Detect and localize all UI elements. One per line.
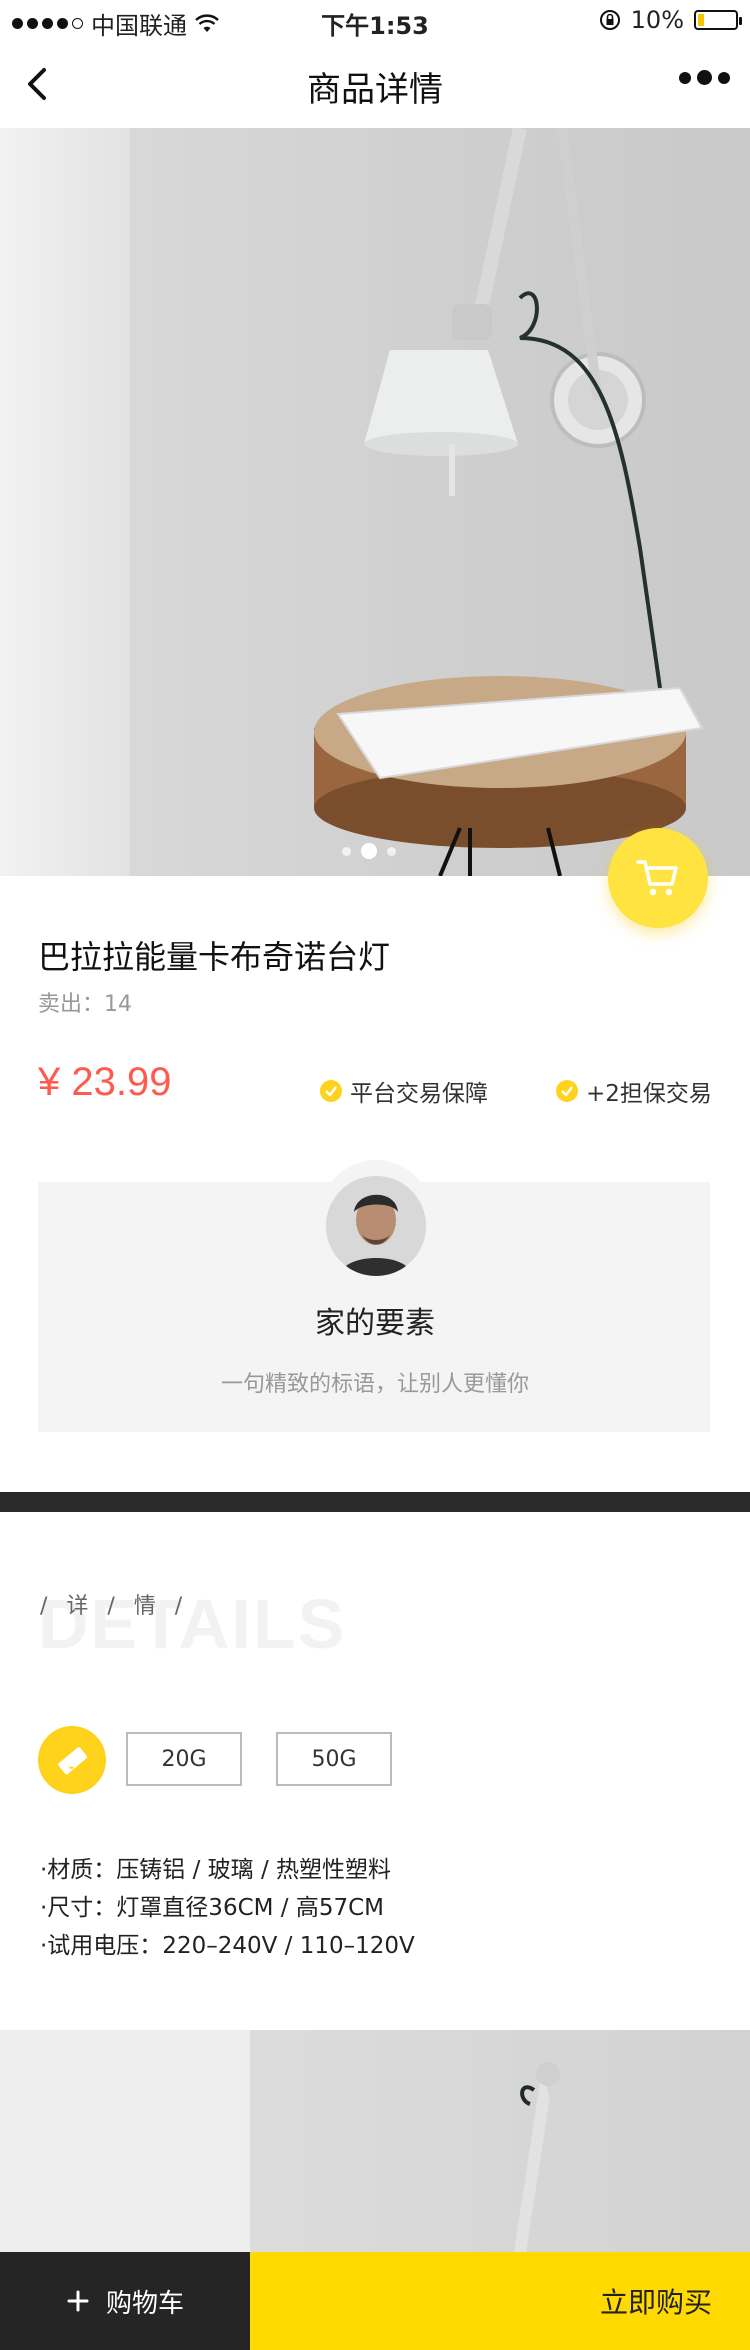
- cart-icon: [636, 860, 678, 896]
- lamp-detail-illustration: [0, 2030, 595, 2252]
- product-image-gallery[interactable]: [0, 128, 750, 876]
- spec-material: ·材质：压铸铝 / 玻璃 / 热塑性塑料: [40, 1857, 392, 1883]
- plus-icon: [67, 2290, 89, 2312]
- product-title: 巴拉拉能量卡布奇诺台灯: [38, 938, 391, 976]
- carousel-dot-active[interactable]: [361, 843, 377, 859]
- spec-option[interactable]: 20G: [126, 1732, 242, 1786]
- guarantee-label: 平台交易保障: [350, 1081, 488, 1107]
- buy-now-button[interactable]: 立即购买: [250, 2252, 750, 2350]
- avatar[interactable]: [326, 1176, 426, 1276]
- page-title: 商品详情: [307, 70, 443, 110]
- product-price: ¥ 23.99: [38, 1060, 172, 1104]
- add-to-cart-button[interactable]: [608, 828, 708, 928]
- check-circle-icon: [556, 1080, 578, 1102]
- buy-button-label: 立即购买: [599, 2286, 712, 2319]
- carousel-dot[interactable]: [387, 846, 396, 856]
- sold-count: 卖出：14: [38, 992, 132, 1017]
- guarantee-label: +2担保交易: [586, 1081, 712, 1107]
- battery-icon: [694, 10, 742, 30]
- carousel-dots[interactable]: [342, 843, 396, 859]
- guarantee-platform: 平台交易保障: [320, 1074, 488, 1108]
- carousel-dot[interactable]: [342, 846, 351, 856]
- lamp-illustration: [314, 128, 704, 876]
- spec-voltage: ·试用电压：220–240V / 110–120V: [40, 1933, 415, 1959]
- bottom-action-bar: 购物车 立即购买: [0, 2252, 750, 2350]
- check-circle-icon: [320, 1080, 342, 1102]
- details-label: / 详 / 情 /: [40, 1594, 189, 1619]
- detail-image: [0, 2030, 750, 2252]
- more-dots-icon[interactable]: [679, 70, 730, 85]
- ruler-icon: [38, 1726, 106, 1794]
- spec-size: ·尺寸：灯罩直径36CM / 高57CM: [40, 1895, 385, 1921]
- brand-name: 家的要素: [315, 1306, 435, 1341]
- status-bar: 中国联通 下午1:53 10%: [0, 0, 750, 40]
- status-right: 10%: [599, 6, 742, 34]
- cart-button-label: 购物车: [105, 2288, 184, 2319]
- section-divider: [0, 1492, 750, 1512]
- battery-percent: 10%: [630, 6, 684, 34]
- rotation-lock-icon: [599, 10, 620, 30]
- guarantee-escrow: +2担保交易: [556, 1074, 712, 1108]
- nav-bar: 商品详情: [0, 40, 750, 128]
- brand-slogan: 一句精致的标语，让别人更懂你: [220, 1372, 529, 1397]
- cart-button[interactable]: 购物车: [0, 2252, 250, 2350]
- spec-option[interactable]: 50G: [276, 1732, 392, 1786]
